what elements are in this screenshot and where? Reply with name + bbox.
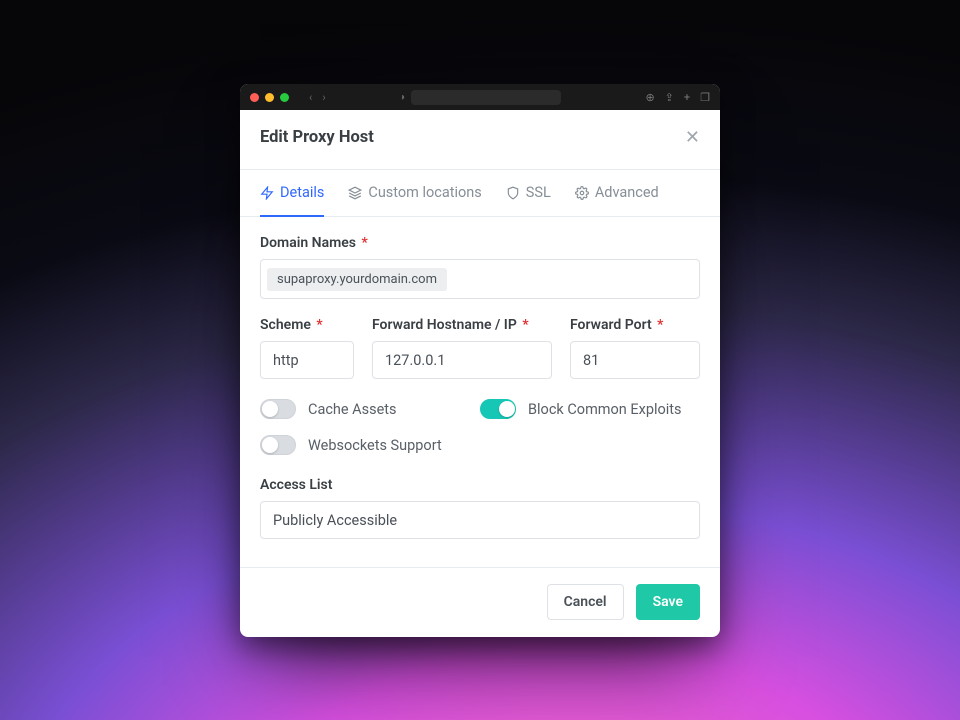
tab-label: Advanced [595,184,659,201]
tab-label: Details [280,184,324,201]
forward-port-label: Forward Port * [570,317,700,333]
forward-host-input[interactable] [372,341,552,379]
tabs-overview-icon[interactable]: ❐ [700,91,710,104]
cancel-button[interactable]: Cancel [547,584,624,620]
cache-assets-label: Cache Assets [308,401,397,418]
address-bar[interactable] [411,90,561,105]
required-star: * [361,235,367,251]
required-star: * [316,317,322,333]
titlebar: ‹ › ◑ ⊕ ⇪ + ❐ [240,84,720,110]
tab-ssl[interactable]: SSL [506,170,551,217]
traffic-lights [250,93,289,102]
tab-label: Custom locations [368,184,481,201]
close-window-icon[interactable] [250,93,259,102]
modal-title: Edit Proxy Host [260,128,374,147]
form-body: Domain Names * supaproxy.yourdomain.com … [240,217,720,543]
scheme-input[interactable] [260,341,354,379]
privacy-shield-icon[interactable]: ◑ [399,92,405,103]
maximize-window-icon[interactable] [280,93,289,102]
layers-icon [348,186,362,200]
nav-arrows: ‹ › [309,91,326,104]
domain-chip[interactable]: supaproxy.yourdomain.com [267,268,447,291]
safari-window: ‹ › ◑ ⊕ ⇪ + ❐ Edit Proxy Host ✕ Details … [240,84,720,637]
download-icon[interactable]: ⊕ [645,91,654,104]
cache-assets-toggle[interactable] [260,399,296,419]
scheme-label: Scheme * [260,317,354,333]
shield-icon [506,186,520,200]
tab-custom-locations[interactable]: Custom locations [348,170,481,217]
forward-icon[interactable]: › [322,91,325,104]
block-exploits-label: Block Common Exploits [528,401,682,418]
new-tab-icon[interactable]: + [684,91,690,104]
modal-footer: Cancel Save [240,567,720,637]
required-star: * [657,317,663,333]
websockets-label: Websockets Support [308,437,442,454]
share-icon[interactable]: ⇪ [665,91,674,104]
websockets-toggle[interactable] [260,435,296,455]
block-exploits-toggle[interactable] [480,399,516,419]
tab-details[interactable]: Details [260,170,324,217]
tab-advanced[interactable]: Advanced [575,170,659,217]
gear-icon [575,186,589,200]
modal-header: Edit Proxy Host ✕ [240,110,720,170]
required-star: * [522,317,528,333]
access-list-label: Access List [260,477,700,493]
back-icon[interactable]: ‹ [309,91,312,104]
tab-bar: Details Custom locations SSL Advanced [240,170,720,217]
forward-host-label: Forward Hostname / IP * [372,317,552,333]
tab-label: SSL [526,184,551,201]
lightning-icon [260,186,274,200]
save-button[interactable]: Save [636,584,700,620]
access-list-select[interactable] [260,501,700,539]
minimize-window-icon[interactable] [265,93,274,102]
domain-names-input[interactable]: supaproxy.yourdomain.com [260,259,700,299]
close-icon[interactable]: ✕ [685,129,700,147]
domain-names-label: Domain Names * [260,235,700,251]
forward-port-input[interactable] [570,341,700,379]
